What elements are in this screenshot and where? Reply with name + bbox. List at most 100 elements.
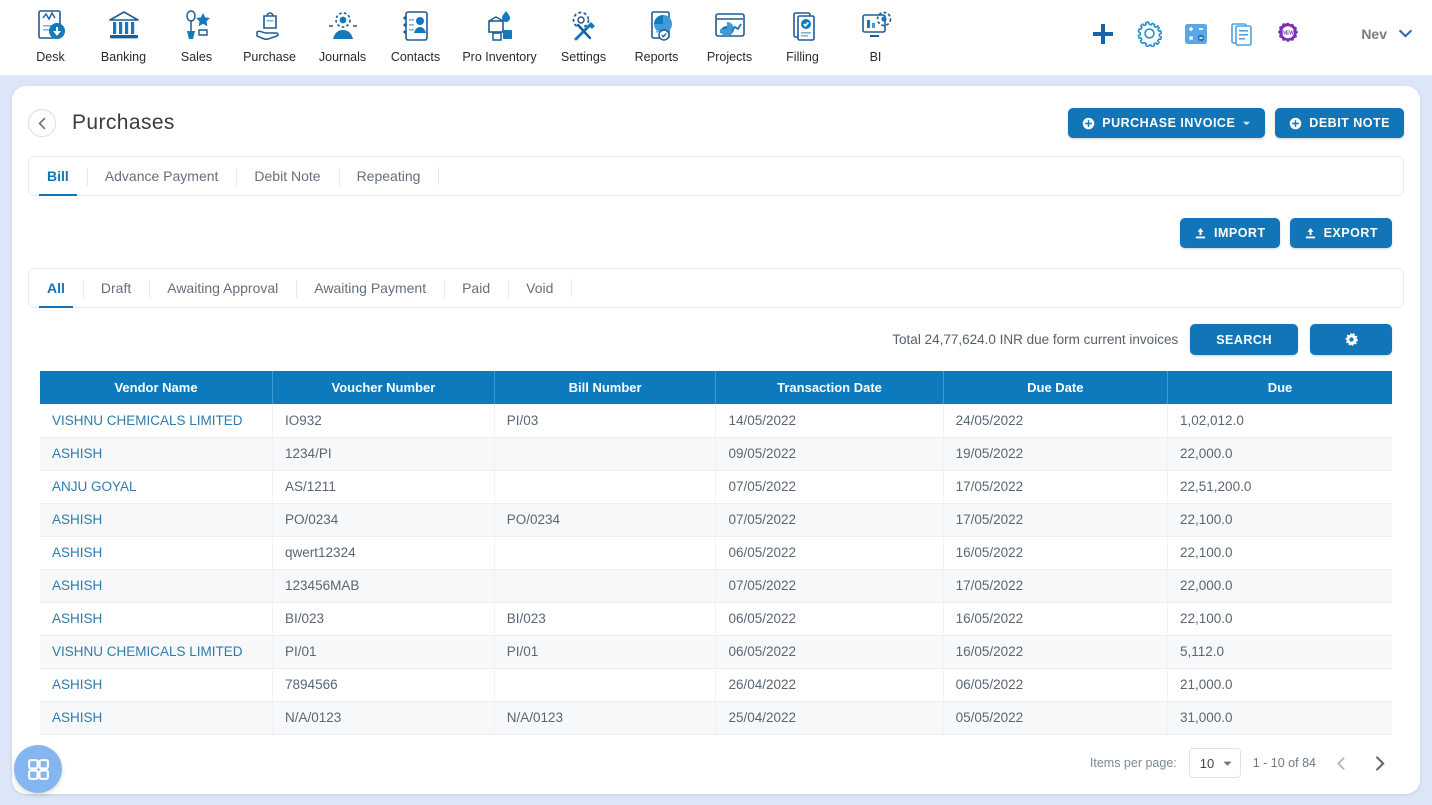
tab-label: Paid (462, 280, 491, 296)
cell-voucher-number: AS/1211 (272, 470, 495, 504)
nav-item-purchase[interactable]: Purchase (233, 6, 306, 64)
filter-tab-paid[interactable]: Paid (444, 269, 508, 307)
filling-icon (792, 12, 815, 41)
import-export-row: IMPORT EXPORT (12, 218, 1392, 248)
top-navigation-bar: Desk Banking Sales Purchase Journals Con… (0, 0, 1432, 76)
calculator-icon[interactable] (1183, 21, 1209, 47)
filter-tab-draft[interactable]: Draft (82, 269, 149, 307)
table-header-row: Vendor Name Voucher Number Bill Number T… (40, 371, 1392, 404)
table-row[interactable]: ASHISH 123456MAB 07/05/2022 17/05/2022 22,00… (40, 569, 1392, 603)
table-row[interactable]: VISHNU CHEMICALS LIMITED IO932 PI/03 14/05/… (40, 404, 1392, 438)
column-header-due-date[interactable]: Due Date (943, 371, 1169, 404)
nav-item-bi[interactable]: BI (839, 6, 912, 64)
nav-item-journals[interactable]: Journals (306, 6, 379, 64)
column-header-bill-number[interactable]: Bill Number (494, 371, 717, 404)
nav-item-projects[interactable]: Projects (693, 6, 766, 64)
tab-divider (438, 167, 440, 185)
document-type-tabs: Bill Advance Payment Debit Note Repeatin… (28, 156, 1404, 196)
nav-item-pro-inventory[interactable]: Pro Inventory (452, 6, 547, 64)
nav-item-banking[interactable]: Banking (87, 6, 160, 64)
column-header-vendor-name[interactable]: Vendor Name (40, 371, 274, 404)
cell-bill-number: PO/0234 (494, 503, 717, 537)
tab-label: Void (526, 280, 554, 296)
cell-bill-number (494, 569, 717, 603)
page-range: 1 - 10 of 84 (1252, 756, 1316, 770)
purchase-invoice-button[interactable]: PURCHASE INVOICE (1068, 108, 1266, 138)
next-page-button[interactable] (1366, 750, 1392, 776)
cell-transaction-date: 07/05/2022 (715, 470, 944, 504)
cell-due-date: 16/05/2022 (943, 635, 1169, 669)
search-button[interactable]: SEARCH (1190, 324, 1298, 355)
nav-item-settings[interactable]: Settings (547, 6, 620, 64)
column-header-transaction-date[interactable]: Transaction Date (715, 371, 944, 404)
items-per-page-select[interactable]: 10 (1188, 748, 1241, 778)
column-header-voucher-number[interactable]: Voucher Number (272, 371, 495, 404)
back-button[interactable] (28, 109, 56, 137)
tab-advance-payment[interactable]: Advance Payment (86, 157, 237, 195)
tab-bill[interactable]: Bill (29, 157, 87, 196)
table-row[interactable]: ASHISH BI/023 BI/023 06/05/2022 16/05/2022 22… (40, 602, 1392, 636)
cell-vendor-name[interactable]: ASHISH (40, 503, 274, 537)
cell-vendor-name[interactable]: ASHISH (40, 668, 274, 702)
nav-item-contacts[interactable]: Contacts (379, 6, 452, 64)
inventory-icon (487, 11, 512, 41)
nav-item-reports[interactable]: Reports (620, 6, 693, 64)
nav-item-filling[interactable]: Filling (766, 6, 839, 64)
export-button[interactable]: EXPORT (1289, 218, 1392, 248)
header-actions: PURCHASE INVOICE DEBIT NOTE (1068, 108, 1404, 138)
column-header-due[interactable]: Due (1167, 371, 1392, 404)
tab-label: Draft (100, 280, 132, 296)
table-row[interactable]: ASHISH qwert12324 06/05/2022 16/05/2022 22,1… (40, 536, 1392, 570)
nav-item-desk[interactable]: Desk (14, 6, 87, 64)
add-icon[interactable] (1090, 21, 1116, 47)
user-name: Nev (1361, 25, 1387, 42)
cell-voucher-number: PO/0234 (272, 503, 495, 537)
previous-page-button[interactable] (1328, 750, 1354, 776)
filter-tab-void[interactable]: Void (508, 269, 571, 307)
tab-divider (571, 279, 573, 297)
purchases-table: Vendor Name Voucher Number Bill Number T… (40, 371, 1392, 735)
debit-note-button[interactable]: DEBIT NOTE (1275, 108, 1404, 138)
cell-vendor-name[interactable]: ASHISH (40, 437, 274, 471)
table-settings-button[interactable] (1310, 324, 1392, 355)
nav-item-sales[interactable]: Sales (160, 6, 233, 64)
cell-vendor-name[interactable]: VISHNU CHEMICALS LIMITED (40, 404, 274, 438)
cell-due: 22,51,200.0 (1167, 470, 1392, 504)
cell-vendor-name[interactable]: ASHISH (40, 569, 274, 603)
cell-due: 5,112.0 (1167, 635, 1392, 669)
filter-tab-awaiting-payment[interactable]: Awaiting Payment (296, 269, 444, 307)
filter-tab-awaiting-approval[interactable]: Awaiting Approval (149, 269, 296, 307)
cell-transaction-date: 25/04/2022 (715, 701, 944, 735)
cell-voucher-number: 1234/PI (272, 437, 495, 471)
filter-tab-all[interactable]: All (29, 269, 83, 308)
table-row[interactable]: ASHISH N/A/0123 N/A/0123 25/04/2022 05/05/20… (40, 701, 1392, 735)
svg-text:NEW: NEW (1282, 30, 1294, 36)
new-badge-icon[interactable]: NEW (1275, 21, 1301, 47)
table-row[interactable]: ASHISH 7894566 26/04/2022 06/05/2022 21,000.… (40, 668, 1392, 702)
nav-label: BI (869, 50, 882, 64)
cell-vendor-name[interactable]: ASHISH (40, 536, 274, 570)
cell-vendor-name[interactable]: ANJU GOYAL (40, 470, 274, 504)
table-row[interactable]: VISHNU CHEMICALS LIMITED PI/01 PI/01 06/05/… (40, 635, 1392, 669)
tab-debit-note[interactable]: Debit Note (236, 157, 338, 195)
document-icon[interactable] (1229, 21, 1255, 47)
cell-due: 1,02,012.0 (1167, 404, 1392, 438)
cell-vendor-name[interactable]: ASHISH (40, 602, 274, 636)
import-button[interactable]: IMPORT (1179, 218, 1280, 248)
cell-vendor-name[interactable]: VISHNU CHEMICALS LIMITED (40, 635, 274, 669)
table-row[interactable]: ASHISH 1234/PI 09/05/2022 19/05/2022 22,000.… (40, 437, 1392, 471)
tab-repeating[interactable]: Repeating (338, 157, 439, 195)
bi-icon (861, 11, 891, 37)
tab-label: Awaiting Approval (167, 280, 279, 296)
table-header: Vendor Name Voucher Number Bill Number T… (40, 371, 1392, 404)
cell-vendor-name[interactable]: ASHISH (40, 701, 274, 735)
desk-icon (37, 10, 65, 39)
gear-icon[interactable] (1136, 20, 1163, 47)
table-row[interactable]: ASHISH PO/0234 PO/0234 07/05/2022 17/05/2022… (40, 503, 1392, 537)
table-row[interactable]: ANJU GOYAL AS/1211 07/05/2022 17/05/2022 22,… (40, 470, 1392, 504)
nav-label: Sales (180, 50, 213, 64)
search-label: SEARCH (1216, 332, 1272, 347)
apps-launcher-button[interactable] (14, 745, 62, 793)
user-menu[interactable]: Nev (1361, 25, 1414, 42)
cell-voucher-number: IO932 (272, 404, 495, 438)
